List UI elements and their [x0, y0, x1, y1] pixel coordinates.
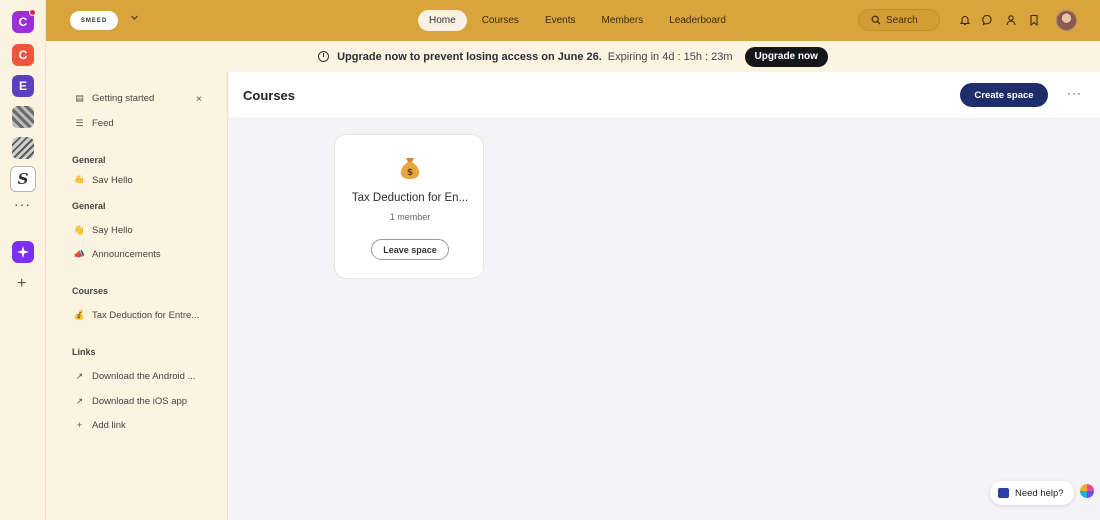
- nav-leaderboard[interactable]: Leaderboard: [658, 10, 737, 31]
- sidebar-add-link[interactable]: + Add link: [74, 417, 214, 433]
- sidebar-item-announcements[interactable]: 📣 Announcements: [74, 246, 214, 262]
- money-bag-icon: 💰: [74, 309, 86, 320]
- help-chat-icon: [998, 488, 1009, 498]
- sidebar-item-label: Feed: [92, 117, 114, 129]
- community-logo[interactable]: SMEED: [70, 11, 118, 30]
- nav-events[interactable]: Events: [534, 10, 587, 31]
- close-icon[interactable]: ×: [196, 94, 202, 105]
- community-switcher-item[interactable]: E: [12, 75, 34, 97]
- sidebar-item-say-hello[interactable]: 👋 Say Hello: [74, 222, 214, 238]
- top-header: SMEED Home Courses Events Members Leader…: [46, 0, 1100, 41]
- sparkle-icon[interactable]: [12, 241, 34, 263]
- sidebar-item-label: Say Hello: [92, 175, 133, 183]
- arrow-up-right-icon: ↗: [75, 370, 84, 381]
- main-header: Courses Create space ···: [229, 72, 1100, 119]
- community-switcher-item[interactable]: [12, 137, 34, 159]
- logo-text: SMEED: [80, 17, 108, 24]
- chevron-down-icon[interactable]: [130, 13, 139, 24]
- sidebar-item-tax-deduction[interactable]: 💰 Tax Deduction for Entre...: [74, 307, 214, 323]
- sidebar-item-label: Download the Android ...: [92, 370, 196, 382]
- sidebar-section-title: Courses: [72, 286, 109, 296]
- sidebar-item-getting-started[interactable]: ▤ Getting started: [74, 90, 214, 106]
- bell-icon[interactable]: [958, 13, 971, 26]
- community-switcher-item-active[interactable]: S: [10, 166, 36, 192]
- sidebar-item-label: Getting started: [92, 92, 155, 104]
- sidebar-section-title: General: [72, 155, 106, 165]
- wave-icon: 👋: [74, 175, 86, 183]
- notification-dot: [29, 9, 36, 16]
- megaphone-icon: 📣: [74, 248, 86, 259]
- main-nav: Home Courses Events Members Leaderboard: [418, 10, 737, 31]
- help-label: Need help?: [1015, 487, 1064, 499]
- page-title: Courses: [243, 88, 296, 103]
- add-community-button[interactable]: +: [17, 275, 26, 293]
- ai-assistant-icon[interactable]: [1080, 484, 1094, 498]
- search-button[interactable]: Search: [858, 9, 940, 31]
- sidebar-link-ios[interactable]: ↗ Download the iOS app: [74, 393, 214, 409]
- upgrade-now-button[interactable]: Upgrade now: [744, 46, 828, 67]
- user-avatar[interactable]: [1056, 10, 1077, 31]
- sidebar-item-label: Say Hello: [92, 224, 133, 236]
- sidebar-item-label: Announcements: [92, 248, 161, 260]
- sidebar-section-title: Links: [72, 347, 96, 357]
- wave-icon: 👋: [74, 224, 86, 235]
- sidebar-item-say-hello[interactable]: 👋 Say Hello: [74, 175, 214, 183]
- search-label: Search: [886, 14, 918, 26]
- banner-expiry: Expiring in 4d : 15h : 23m: [607, 50, 733, 63]
- member-count: 1 member: [389, 212, 431, 222]
- feed-icon: ☰: [75, 117, 84, 128]
- banner-message: Upgrade now to prevent losing access on …: [337, 50, 602, 63]
- arrow-up-right-icon: ↗: [75, 395, 84, 406]
- people-icon[interactable]: [1004, 13, 1017, 26]
- space-card[interactable]: $ Tax Deduction for En... 1 member Leave…: [334, 134, 484, 279]
- upgrade-banner: Upgrade now to prevent losing access on …: [46, 41, 1100, 72]
- more-options-icon[interactable]: ···: [1067, 86, 1082, 100]
- community-rail: C C E S ··· +: [0, 0, 46, 520]
- create-space-button[interactable]: Create space: [960, 83, 1048, 107]
- money-bag-icon: $: [400, 158, 420, 179]
- checklist-icon: ▤: [75, 92, 84, 103]
- sidebar-item-feed[interactable]: ☰ Feed: [74, 115, 214, 131]
- clock-icon: [318, 51, 330, 62]
- left-sidebar: ▤ Getting started × ☰ Feed General 👋 Say…: [46, 72, 228, 520]
- sidebar-link-android[interactable]: ↗ Download the Android ...: [74, 368, 214, 384]
- plus-icon: +: [76, 420, 83, 430]
- need-help-button[interactable]: Need help?: [990, 481, 1074, 505]
- nav-home[interactable]: Home: [418, 10, 467, 31]
- community-switcher-item[interactable]: C: [12, 44, 34, 66]
- sidebar-item-label: Download the iOS app: [92, 395, 188, 407]
- sidebar-item-label: Tax Deduction for Entre...: [92, 309, 200, 321]
- chat-icon[interactable]: [981, 13, 994, 26]
- search-icon: [871, 15, 881, 25]
- space-title: Tax Deduction for En...: [351, 192, 469, 204]
- community-switcher-item[interactable]: [12, 106, 34, 128]
- nav-courses[interactable]: Courses: [471, 10, 530, 31]
- community-switcher-item[interactable]: C: [12, 9, 36, 33]
- more-communities-icon[interactable]: ···: [14, 196, 31, 212]
- svg-text:$: $: [407, 168, 413, 178]
- leave-space-button[interactable]: Leave space: [371, 239, 449, 260]
- sidebar-section-title: General: [72, 201, 106, 211]
- bookmark-icon[interactable]: [1027, 13, 1040, 26]
- sidebar-item-label: Add link: [92, 419, 126, 431]
- nav-members[interactable]: Members: [591, 10, 655, 31]
